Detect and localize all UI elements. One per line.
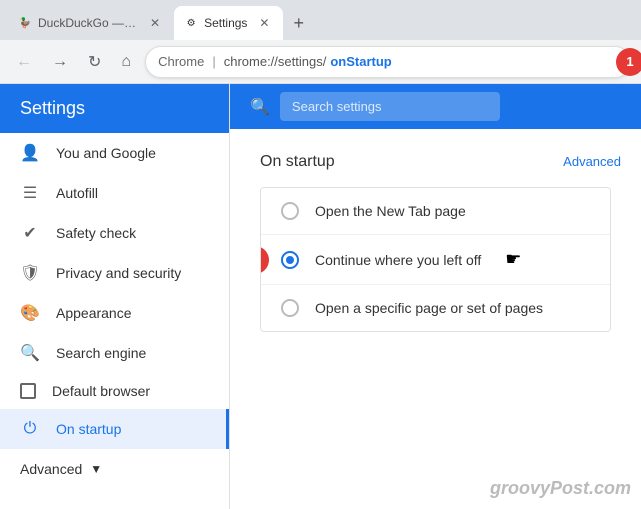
address-bar: ← → ↻ ⌂ Chrome | chrome://settings/onSta… [0, 40, 641, 84]
back-button[interactable]: ← [10, 49, 38, 75]
chevron-down-icon: ▼ [90, 462, 102, 476]
browser-frame: 🦆 DuckDuckGo — Privacy, simpli… ✕ ⚙ Sett… [0, 0, 641, 509]
url-chrome-text: Chrome [158, 54, 204, 69]
sidebar-label-you-and-google: You and Google [56, 145, 156, 161]
forward-button[interactable]: → [46, 49, 74, 75]
groovy-watermark: groovyPost.com [490, 478, 631, 499]
url-path-bold: onStartup [330, 54, 391, 69]
sidebar-title: Settings [0, 84, 105, 133]
radio-new-tab[interactable] [281, 202, 299, 220]
url-separator: | [212, 54, 215, 69]
sidebar-item-on-startup[interactable]: ⏻ On startup [0, 409, 229, 449]
duckduckgo-tab-title: DuckDuckGo — Privacy, simpli… [38, 16, 138, 30]
sidebar-item-you-and-google[interactable]: 👤 You and Google [0, 133, 229, 173]
settings-container: Settings 👤 You and Google ☰ Autofill ✔ S… [0, 84, 641, 509]
url-bar[interactable]: Chrome | chrome://settings/onStartup 1 [145, 46, 631, 78]
sidebar-label-privacy-security: Privacy and security [56, 265, 181, 281]
advanced-label: Advanced [20, 461, 82, 477]
startup-options-box: Open the New Tab page 2 Continue where y… [260, 187, 611, 332]
default-browser-icon [20, 383, 36, 399]
radio-continue[interactable] [281, 251, 299, 269]
option-specific-page-label: Open a specific page or set of pages [315, 300, 543, 316]
url-badge-1: 1 [616, 48, 641, 76]
radio-specific-page[interactable] [281, 299, 299, 317]
sidebar-label-safety-check: Safety check [56, 225, 136, 241]
person-icon: 👤 [20, 143, 40, 163]
shield-icon: 🛡 [20, 263, 40, 283]
sidebar-advanced[interactable]: Advanced ▼ [0, 449, 229, 489]
content-search-bar: 🔍 [230, 84, 641, 129]
duckduckgo-tab-close[interactable]: ✕ [146, 14, 164, 32]
main-area: 🔍 On startup Open the New Tab page [230, 84, 641, 509]
sidebar-item-safety-check[interactable]: ✔ Safety check [0, 213, 229, 253]
tab-bar: 🦆 DuckDuckGo — Privacy, simpli… ✕ ⚙ Sett… [0, 0, 641, 40]
option-new-tab-label: Open the New Tab page [315, 203, 466, 219]
home-button[interactable]: ⌂ [115, 49, 137, 75]
sidebar-item-appearance[interactable]: 🎨 Appearance [0, 293, 229, 333]
option-badge-2: 2 [260, 246, 269, 274]
option-continue[interactable]: 2 Continue where you left off ☛ [261, 235, 610, 285]
sidebar-item-privacy-and-security[interactable]: 🛡 Privacy and security [0, 253, 229, 293]
url-display: Chrome | chrome://settings/onStartup [158, 54, 392, 69]
duckduckgo-favicon: 🦆 [18, 16, 32, 30]
sidebar-label-appearance: Appearance [56, 305, 132, 321]
search-icon: 🔍 [250, 97, 270, 117]
reload-button[interactable]: ↻ [82, 48, 107, 76]
settings-tab-close[interactable]: ✕ [255, 14, 273, 32]
on-startup-title: On startup [260, 153, 611, 171]
cursor-pointer-icon: ☛ [505, 249, 521, 270]
url-path-prefix: chrome://settings/ [224, 54, 327, 69]
search-input[interactable] [280, 92, 500, 121]
option-continue-label: Continue where you left off [315, 252, 481, 268]
sidebar-label-search-engine: Search engine [56, 345, 146, 361]
sidebar: Settings 👤 You and Google ☰ Autofill ✔ S… [0, 84, 230, 509]
search-engine-icon: 🔍 [20, 343, 40, 363]
sidebar-item-autofill[interactable]: ☰ Autofill [0, 173, 229, 213]
radio-inner-continue [286, 256, 294, 264]
new-tab-button[interactable]: + [283, 9, 314, 38]
sidebar-header-row: Settings [0, 84, 229, 133]
sidebar-label-default-browser: Default browser [52, 383, 150, 399]
safety-icon: ✔ [20, 223, 40, 243]
autofill-icon: ☰ [20, 183, 40, 203]
option-specific-page[interactable]: Open a specific page or set of pages [261, 285, 610, 331]
sidebar-label-autofill: Autofill [56, 185, 98, 201]
startup-icon: ⏻ [20, 419, 40, 439]
settings-favicon: ⚙ [184, 16, 198, 30]
settings-tab-title: Settings [204, 16, 247, 30]
option-new-tab[interactable]: Open the New Tab page [261, 188, 610, 235]
tab-duckduckgo[interactable]: 🦆 DuckDuckGo — Privacy, simpli… ✕ [8, 6, 174, 40]
advanced-right[interactable]: Advanced [563, 153, 621, 169]
tab-settings[interactable]: ⚙ Settings ✕ [174, 6, 283, 40]
sidebar-item-default-browser[interactable]: Default browser [0, 373, 229, 409]
appearance-icon: 🎨 [20, 303, 40, 323]
sidebar-item-search-engine[interactable]: 🔍 Search engine [0, 333, 229, 373]
sidebar-label-on-startup: On startup [56, 421, 121, 437]
main-content: On startup Open the New Tab page 2 [230, 129, 641, 509]
